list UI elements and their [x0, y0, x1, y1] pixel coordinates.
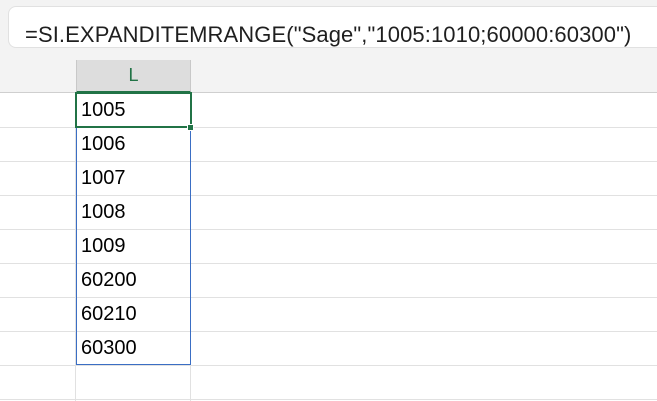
cell-l-2[interactable]: 1006	[76, 127, 191, 161]
cell-l-7[interactable]: 60210	[76, 297, 191, 331]
cell-l-1[interactable]: 1005	[76, 93, 191, 127]
formula-text[interactable]: =SI.EXPANDITEMRANGE("Sage","1005:1010;60…	[25, 21, 631, 49]
cell-l-8[interactable]: 60300	[76, 331, 191, 365]
gridline	[0, 399, 657, 400]
fill-handle[interactable]	[187, 124, 194, 131]
cell-l-5[interactable]: 1009	[76, 229, 191, 263]
formula-bar-area: =SI.EXPANDITEMRANGE("Sage","1005:1010;60…	[0, 0, 657, 60]
gridline	[0, 365, 657, 366]
cell-l-4[interactable]: 1008	[76, 195, 191, 229]
formula-bar[interactable]: =SI.EXPANDITEMRANGE("Sage","1005:1010;60…	[8, 6, 657, 48]
column-header-l[interactable]: L	[76, 60, 191, 93]
cell-l-3[interactable]: 1007	[76, 161, 191, 195]
cell-l-6[interactable]: 60200	[76, 263, 191, 297]
